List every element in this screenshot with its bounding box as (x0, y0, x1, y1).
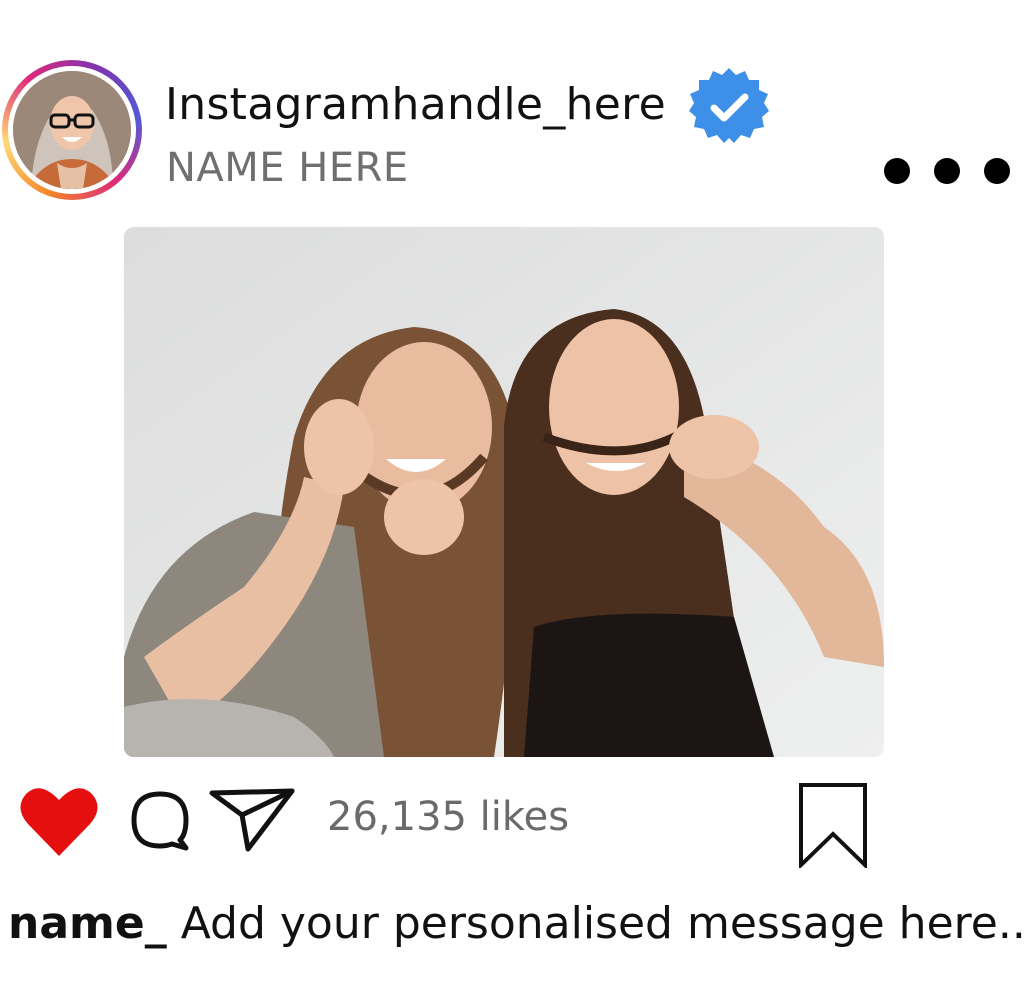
post-caption: name_ Add your personalised message here… (8, 897, 1024, 951)
profile-display-name: NAME HERE (166, 145, 409, 191)
profile-handle[interactable]: Instagramhandle_here (165, 80, 666, 130)
heart-icon[interactable] (20, 784, 98, 858)
more-options-icon[interactable] (884, 154, 1010, 188)
post-photo[interactable] (124, 227, 884, 757)
caption-message: Add your personalised message here... (180, 898, 1024, 949)
avatar-photo (13, 71, 131, 189)
share-icon[interactable] (208, 787, 296, 853)
profile-avatar[interactable] (2, 60, 142, 200)
menu-dot (984, 158, 1010, 184)
avatar-frame (8, 66, 136, 194)
menu-dot (934, 158, 960, 184)
caption-username[interactable]: name_ (8, 898, 167, 949)
verified-badge-icon (689, 68, 769, 143)
bookmark-icon[interactable] (798, 782, 868, 868)
comment-icon[interactable] (128, 790, 192, 852)
menu-dot (884, 158, 910, 184)
likes-count[interactable]: 26,135 likes (327, 793, 569, 841)
